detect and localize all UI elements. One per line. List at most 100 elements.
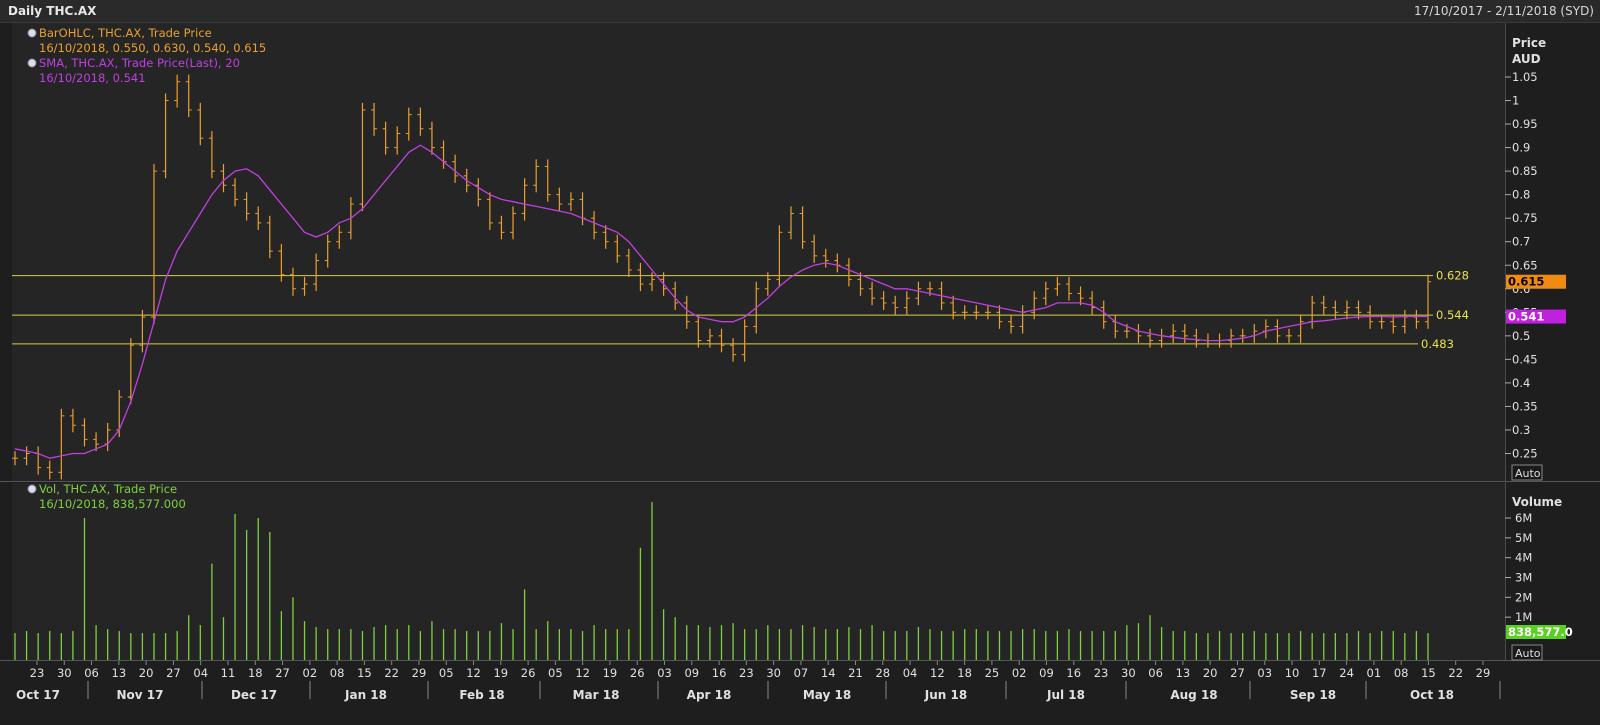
x-tick-label: 12 xyxy=(466,666,481,680)
x-tick-label: 02 xyxy=(1012,666,1027,680)
x-tick-label: 04 xyxy=(903,666,918,680)
x-tick-label: 30 xyxy=(1121,666,1136,680)
x-tick-label: 10 xyxy=(1285,666,1300,680)
legend-series-value: 16/10/2018, 0.541 xyxy=(39,71,146,85)
price-tick-label: 0.4 xyxy=(1512,376,1530,390)
x-tick-label: 23 xyxy=(1094,666,1109,680)
price-tick-label: 0.45 xyxy=(1512,352,1538,366)
price-tick-label: 0.5 xyxy=(1512,329,1530,343)
price-tick-label: 1 xyxy=(1512,94,1519,108)
x-month-label: Mar 18 xyxy=(573,688,620,702)
legend-volume-value: 16/10/2018, 838,577.000 xyxy=(39,497,186,511)
legend-toggle-icon[interactable] xyxy=(27,484,37,494)
price-tick-label: 0.95 xyxy=(1512,117,1538,131)
x-tick-label: 27 xyxy=(275,666,290,680)
x-tick-label: 08 xyxy=(1394,666,1409,680)
x-month-label: Sep 18 xyxy=(1290,688,1336,702)
x-tick-label: 13 xyxy=(1176,666,1191,680)
x-tick-label: 09 xyxy=(1039,666,1054,680)
x-tick-label: 05 xyxy=(548,666,563,680)
x-tick-label: 06 xyxy=(1148,666,1163,680)
last-sma-label: 0.541 xyxy=(1508,310,1544,324)
x-tick-label: 26 xyxy=(521,666,536,680)
x-month-label: Jul 18 xyxy=(1046,688,1085,702)
x-tick-label: 28 xyxy=(875,666,890,680)
horizontal-line-label: 0.544 xyxy=(1436,308,1469,322)
x-month-label: Nov 17 xyxy=(117,688,164,702)
price-tick-label: 0.9 xyxy=(1512,141,1530,155)
x-month-label: Feb 18 xyxy=(459,688,504,702)
x-tick-label: 30 xyxy=(57,666,72,680)
x-tick-label: 05 xyxy=(439,666,454,680)
x-tick-label: 22 xyxy=(384,666,399,680)
price-axis-unit: AUD xyxy=(1512,52,1541,66)
x-month-label: Dec 17 xyxy=(231,688,277,702)
x-tick-label: 29 xyxy=(1476,666,1491,680)
legend-toggle-icon[interactable] xyxy=(27,28,37,38)
price-auto-label: Auto xyxy=(1515,467,1541,480)
x-tick-label: 27 xyxy=(166,666,181,680)
x-tick-label: 09 xyxy=(684,666,699,680)
x-tick-label: 12 xyxy=(930,666,945,680)
x-tick-label: 23 xyxy=(739,666,754,680)
x-tick-label: 23 xyxy=(30,666,45,680)
x-month-label: Jun 18 xyxy=(924,688,967,702)
legend-series-label: SMA, THC.AX, Trade Price(Last), 20 xyxy=(39,56,240,70)
price-tick-label: 0.85 xyxy=(1512,164,1538,178)
volume-tick-label: 4M xyxy=(1515,551,1532,565)
x-tick-label: 12 xyxy=(575,666,590,680)
legend-toggle-icon[interactable] xyxy=(27,58,37,68)
price-tick-label: 0.35 xyxy=(1512,399,1538,413)
volume-tick-label: 3M xyxy=(1515,571,1532,585)
x-month-label: May 18 xyxy=(803,688,851,702)
price-tick-label: 0.75 xyxy=(1512,211,1538,225)
x-tick-label: 20 xyxy=(1203,666,1218,680)
price-tick-label: 0.25 xyxy=(1512,447,1538,461)
x-month-label: Apr 18 xyxy=(687,688,732,702)
x-tick-label: 04 xyxy=(193,666,208,680)
x-tick-label: 15 xyxy=(1421,666,1436,680)
x-month-label: Jan 18 xyxy=(344,688,387,702)
legend-series-label: BarOHLC, THC.AX, Trade Price xyxy=(39,26,212,40)
x-month-label: Aug 18 xyxy=(1170,688,1217,702)
volume-tick-label: 1M xyxy=(1515,610,1532,624)
volume-axis-title: Volume xyxy=(1512,495,1562,509)
title-bar: Daily THC.AX 17/10/2017 - 2/11/2018 (SYD… xyxy=(0,0,1600,23)
price-axis-title: Price xyxy=(1512,36,1546,50)
price-tick-label: 0.8 xyxy=(1512,188,1530,202)
x-tick-label: 17 xyxy=(1312,666,1327,680)
x-tick-label: 26 xyxy=(630,666,645,680)
legend-volume-label: Vol, THC.AX, Trade Price xyxy=(39,482,177,496)
volume-tick-label: 6M xyxy=(1515,511,1532,525)
x-month-label: Oct 18 xyxy=(1410,688,1454,702)
x-tick-label: 27 xyxy=(1230,666,1245,680)
horizontal-line-label: 0.483 xyxy=(1421,337,1454,351)
volume-tick-label: 2M xyxy=(1515,590,1532,604)
x-tick-label: 18 xyxy=(248,666,263,680)
x-tick-label: 29 xyxy=(412,666,427,680)
price-tick-label: 0.3 xyxy=(1512,423,1530,437)
x-tick-label: 19 xyxy=(493,666,508,680)
x-tick-label: 14 xyxy=(821,666,836,680)
x-tick-label: 08 xyxy=(330,666,345,680)
x-tick-label: 30 xyxy=(766,666,781,680)
x-tick-label: 01 xyxy=(1367,666,1382,680)
x-tick-label: 21 xyxy=(848,666,863,680)
price-panel xyxy=(12,23,1505,481)
x-tick-label: 25 xyxy=(985,666,1000,680)
x-tick-label: 02 xyxy=(303,666,318,680)
x-tick-label: 13 xyxy=(112,666,127,680)
last-volume-label: 838,577.0 xyxy=(1508,625,1573,639)
x-tick-label: 11 xyxy=(221,666,236,680)
volume-tick-label: 5M xyxy=(1515,531,1532,545)
x-tick-label: 16 xyxy=(1066,666,1081,680)
horizontal-line-label: 0.628 xyxy=(1436,269,1469,283)
x-tick-label: 20 xyxy=(139,666,154,680)
chart-canvas[interactable]: Price AUD 1.05 1 0.95 0.9 0.85 0.8 0.75 0.7 0.65 0.… xyxy=(0,23,1600,725)
x-tick-label: 06 xyxy=(84,666,99,680)
x-tick-label: 24 xyxy=(1339,666,1354,680)
price-tick-label: 0.65 xyxy=(1512,258,1538,272)
x-tick-label: 18 xyxy=(957,666,972,680)
x-tick-label: 03 xyxy=(1257,666,1272,680)
chart-title: Daily THC.AX xyxy=(8,4,97,18)
